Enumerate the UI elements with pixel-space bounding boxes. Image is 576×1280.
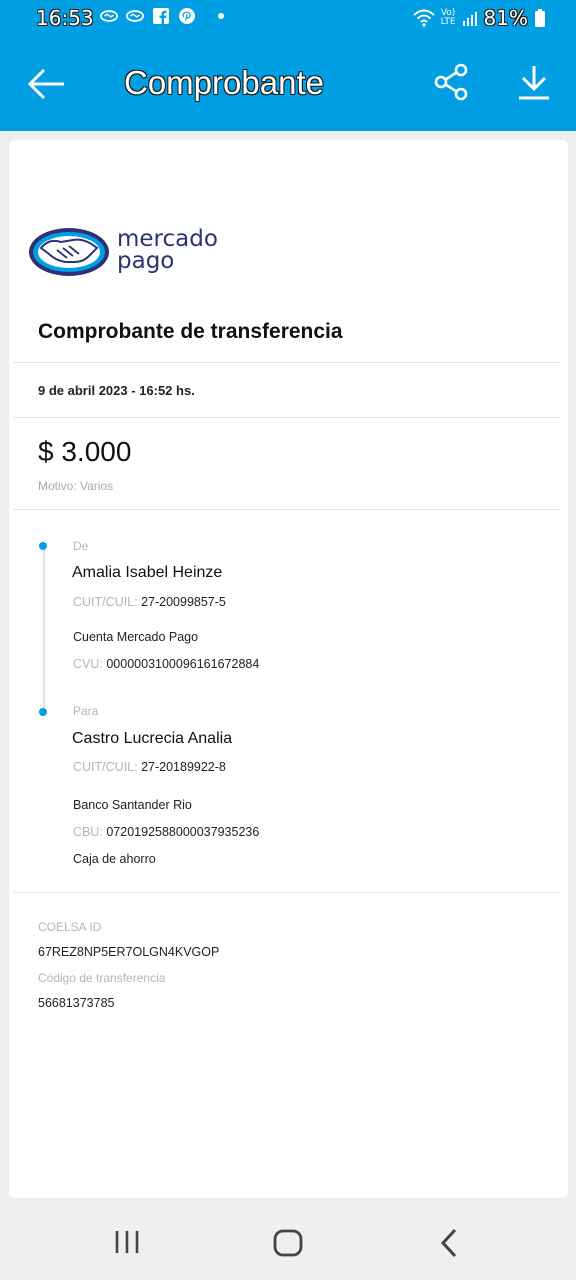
logo-wordmark: mercado pago [117,226,218,274]
recipient-cuit: CUIT/CUIL: 27-20189922-8 [73,760,226,774]
sender-account: Cuenta Mercado Pago [73,630,199,644]
receipt-card: mercado pago Comprobante de transferenci… [9,140,568,1198]
recipient-bank: Banco Santander Rio [73,798,192,812]
mercado-pago-logo: mercado pago [27,224,218,280]
share-icon[interactable] [432,62,472,102]
transfer-amount: $ 3.000 [38,436,132,467]
system-icons: Vo) LTE 81% [412,6,546,30]
timeline-dot-from [39,542,47,550]
pinterest-icon [179,8,195,24]
receipt-title: Comprobante de transferencia [38,320,343,343]
notification-icons [100,8,224,24]
recent-apps-icon[interactable] [112,1228,142,1256]
transfer-date: 9 de abril 2023 - 16:52 hs. [38,383,195,398]
timeline-dot-to [39,708,47,716]
page-title: Comprobante [124,64,324,101]
to-label: Para [73,704,99,718]
back-icon[interactable] [436,1226,462,1260]
divider [13,362,560,363]
handshake-logo-icon [29,228,109,276]
wifi-icon [412,9,435,27]
status-bar: 16:53 Vo) LTE 81% [0,0,576,36]
transfer-code: 56681373785 [38,996,115,1010]
status-time: 16:53 [36,6,94,30]
mercadolibre-icon [126,10,144,22]
divider [13,892,560,893]
recipient-name: Castro Lucrecia Analia [72,730,233,747]
app-bar: Comprobante [0,36,576,131]
navigation-bar [0,1206,576,1280]
mercadolibre-icon [100,10,118,22]
more-notifications-dot [218,13,224,19]
coelsa-label: COELSA ID [38,920,102,934]
facebook-icon [153,8,169,24]
signal-icon [462,12,477,26]
volte-indicator: Vo) LTE [440,8,456,27]
battery-icon [535,9,545,27]
transfer-reason: Motivo: Varios [38,479,114,493]
sender-cvu: CVU: 0000003100096161672884 [73,657,260,671]
battery-percent: 81% [483,6,528,30]
timeline-line [43,550,45,710]
back-arrow-icon[interactable] [24,64,72,104]
recipient-account-type: Caja de ahorro [73,852,156,866]
coelsa-id: 67REZ8NP5ER7OLGN4KVGOP [38,945,220,959]
divider [13,509,560,510]
download-icon[interactable] [514,62,554,102]
divider [13,417,560,418]
transfer-code-label: Código de transferencia [38,971,166,985]
sender-cuit: CUIT/CUIL: 27-20099857-5 [73,595,226,609]
sender-name: Amalia Isabel Heinze [72,564,223,581]
from-label: De [73,539,89,553]
home-icon[interactable] [272,1228,304,1258]
recipient-cbu: CBU: 0720192588000037935236 [73,825,260,839]
